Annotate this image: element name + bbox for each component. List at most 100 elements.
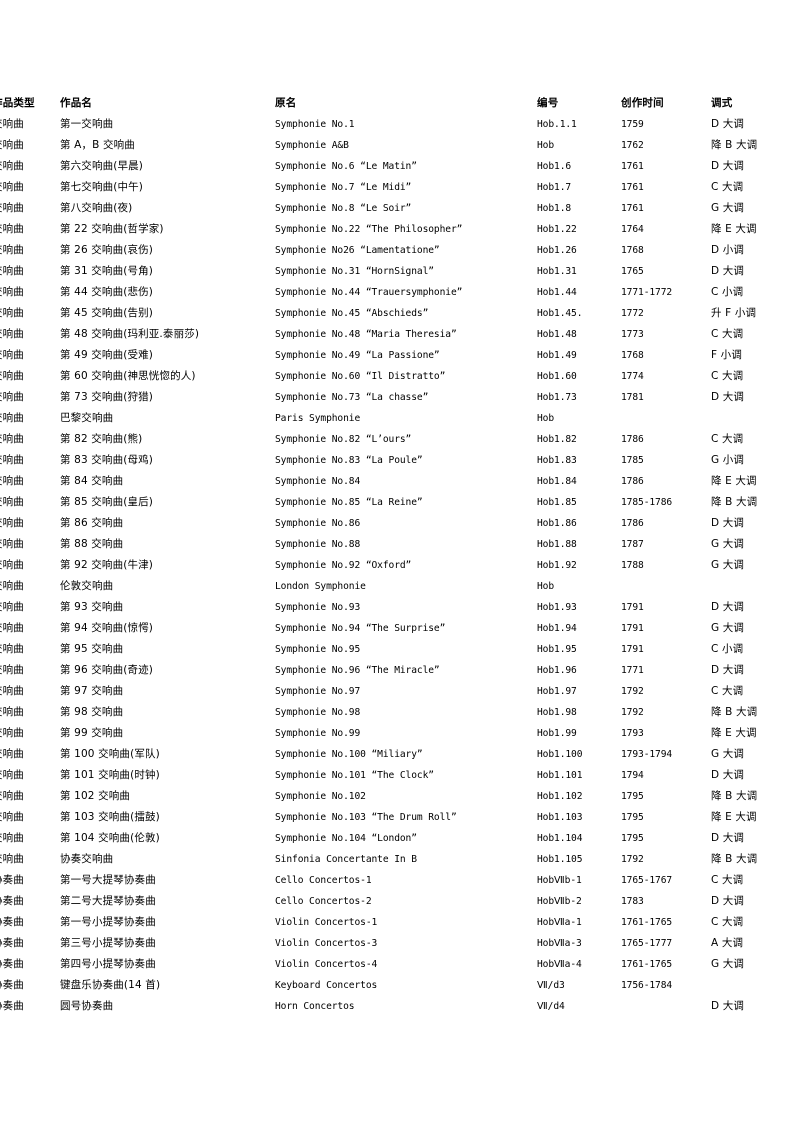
cell-original-name: Symphonie No.48 “Maria Theresia”: [275, 329, 457, 340]
cell-original-name: Symphonie No.8 “Le Soir”: [275, 203, 412, 214]
cell-composition-year: 1795: [621, 812, 644, 823]
cell-original-name: Sinfonia Concertante In B: [275, 854, 417, 865]
cell-catalog-number: Hob1.84: [537, 476, 577, 487]
table-row[interactable]: 交响曲 第 93 交响曲 Symphonie No.93 Hob1.93 1791 D 大…: [0, 597, 793, 618]
table-row[interactable]: 交响曲 第 22 交响曲(哲学家) Symphonie No.22 “The Phi…: [0, 219, 793, 240]
cell-catalog-number: HobⅦb-2: [537, 896, 582, 907]
column-header-key[interactable]: 调式: [711, 92, 793, 114]
cell-work-name: 第 60 交响曲(神思恍惚的人): [60, 370, 196, 382]
cell-work-type: 交响曲: [0, 664, 24, 676]
table-row[interactable]: 交响曲 第 86 交响曲 Symphonie No.86 Hob1.86 1786 D 大…: [0, 513, 793, 534]
table-row[interactable]: 交响曲 第 73 交响曲(狩猎) Symphonie No.73 “La chass…: [0, 387, 793, 408]
table-row[interactable]: 交响曲 第一交响曲 Symphonie No.1 Hob.1.1 1759 D 大调: [0, 114, 793, 135]
cell-work-name: 第 101 交响曲(时钟): [60, 769, 160, 781]
cell-work-type: 交响曲: [0, 559, 24, 571]
cell-musical-key: D 小调: [711, 244, 745, 256]
table-row[interactable]: 交响曲 协奏交响曲 Sinfonia Concertante In B Hob1.10…: [0, 849, 793, 870]
column-header-name[interactable]: 作品名: [60, 92, 275, 114]
cell-work-name: 第 97 交响曲: [60, 685, 124, 697]
table-row[interactable]: 交响曲 第 94 交响曲(惊愕) Symphonie No.94 “The Surp…: [0, 618, 793, 639]
cell-composition-year: 1765-1767: [621, 875, 673, 886]
cell-catalog-number: Hob1.100: [537, 749, 583, 760]
table-row[interactable]: 协奏曲 第二号大提琴协奏曲 Cello Concertos-2 HobⅦb-2 1783…: [0, 891, 793, 912]
column-header-catalog[interactable]: 编号: [537, 92, 621, 114]
cell-original-name: Symphonie No.73 “La chasse”: [275, 392, 429, 403]
cell-work-type: 交响曲: [0, 685, 24, 697]
cell-work-type: 交响曲: [0, 244, 24, 256]
table-row[interactable]: 交响曲 第 26 交响曲(哀伤) Symphonie No26 “Lamentati…: [0, 240, 793, 261]
cell-catalog-number: Hob1.97: [537, 686, 577, 697]
column-header-original[interactable]: 原名: [275, 92, 537, 114]
cell-composition-year: 1765-1777: [621, 938, 673, 949]
table-row[interactable]: 交响曲 伦敦交响曲 London Symphonie Hob: [0, 576, 793, 597]
table-row[interactable]: 交响曲 第 96 交响曲(奇迹) Symphonie No.96 “The Mira…: [0, 660, 793, 681]
table-row[interactable]: 协奏曲 第三号小提琴协奏曲 Violin Concertos-3 HobⅦa-3 176…: [0, 933, 793, 954]
table-row[interactable]: 交响曲 第 95 交响曲 Symphonie No.95 Hob1.95 1791 C 小…: [0, 639, 793, 660]
table-row[interactable]: 交响曲 第 A，B 交响曲 Symphonie A&B Hob 1762 降 B 大调: [0, 135, 793, 156]
cell-composition-year: 1791: [621, 644, 644, 655]
cell-musical-key: D 大调: [711, 664, 745, 676]
column-header-type[interactable]: 作品类型: [0, 92, 60, 114]
table-row[interactable]: 交响曲 第 48 交响曲(玛利亚.泰丽莎) Symphonie No.48 “Mar…: [0, 324, 793, 345]
table-row[interactable]: 交响曲 第七交响曲(中午) Symphonie No.7 “Le Midi” Hob1…: [0, 177, 793, 198]
column-header-year[interactable]: 创作时间: [621, 92, 711, 114]
cell-original-name: Violin Concertos-1: [275, 917, 378, 928]
cell-original-name: Symphonie No.102: [275, 791, 366, 802]
table-row[interactable]: 交响曲 第六交响曲(早晨) Symphonie No.6 “Le Matin” Hob…: [0, 156, 793, 177]
cell-musical-key: 降 B 大调: [711, 853, 758, 865]
cell-work-name: 第四号小提琴协奏曲: [60, 958, 156, 970]
cell-composition-year: 1786: [621, 476, 644, 487]
cell-composition-year: 1761: [621, 161, 644, 172]
table-row[interactable]: 交响曲 第 98 交响曲 Symphonie No.98 Hob1.98 1792 降 B…: [0, 702, 793, 723]
table-row[interactable]: 协奏曲 第四号小提琴协奏曲 Violin Concertos-4 HobⅦa-4 176…: [0, 954, 793, 975]
cell-work-name: 第 22 交响曲(哲学家): [60, 223, 164, 235]
table-row[interactable]: 交响曲 第 60 交响曲(神思恍惚的人) Symphonie No.60 “Il D…: [0, 366, 793, 387]
cell-musical-key: D 大调: [711, 1000, 745, 1012]
table-row[interactable]: 协奏曲 键盘乐协奏曲(14 首) Keyboard Concertos Ⅶ/d3 175…: [0, 975, 793, 996]
table-row[interactable]: 交响曲 第 102 交响曲 Symphonie No.102 Hob1.102 1795…: [0, 786, 793, 807]
table-row[interactable]: 交响曲 第 99 交响曲 Symphonie No.99 Hob1.99 1793 降 E…: [0, 723, 793, 744]
cell-work-name: 第 86 交响曲: [60, 517, 124, 529]
cell-original-name: Symphonie No.31 “HornSignal”: [275, 266, 434, 277]
table-row[interactable]: 交响曲 第 83 交响曲(母鸡) Symphonie No.83 “La Poule…: [0, 450, 793, 471]
cell-original-name: Violin Concertos-4: [275, 959, 378, 970]
cell-work-name: 第一交响曲: [60, 118, 114, 130]
cell-work-name: 第三号小提琴协奏曲: [60, 937, 156, 949]
cell-work-type: 交响曲: [0, 517, 24, 529]
cell-original-name: Symphonie No.99: [275, 728, 361, 739]
table-row[interactable]: 交响曲 第 85 交响曲(皇后) Symphonie No.85 “La Reine…: [0, 492, 793, 513]
table-row[interactable]: 交响曲 第 103 交响曲(擂鼓) Symphonie No.103 “The Dr…: [0, 807, 793, 828]
table-row[interactable]: 协奏曲 圆号协奏曲 Horn Concertos Ⅶ/d4 D 大调: [0, 996, 793, 1017]
table-row[interactable]: 交响曲 第 104 交响曲(伦敦) Symphonie No.104 “London…: [0, 828, 793, 849]
table-row[interactable]: 交响曲 第 31 交响曲(号角) Symphonie No.31 “HornSign…: [0, 261, 793, 282]
cell-catalog-number: Hob1.88: [537, 539, 577, 550]
cell-work-name: 第 31 交响曲(号角): [60, 265, 154, 277]
table-row[interactable]: 交响曲 第 100 交响曲(军队) Symphonie No.100 “Miliar…: [0, 744, 793, 765]
cell-original-name: Symphonie No.94 “The Surprise”: [275, 623, 446, 634]
cell-catalog-number: Hob1.86: [537, 518, 577, 529]
cell-composition-year: 1785-1786: [621, 497, 673, 508]
works-table-body: 交响曲第一交响曲Symphonie No.1Hob.1.11759D 大调交响曲…: [0, 114, 793, 1017]
cell-composition-year: 1792: [621, 686, 644, 697]
table-row[interactable]: 交响曲 第 49 交响曲(受难) Symphonie No.49 “La Passi…: [0, 345, 793, 366]
cell-musical-key: G 大调: [711, 538, 745, 550]
table-row[interactable]: 交响曲 第 97 交响曲 Symphonie No.97 Hob1.97 1792 C 大…: [0, 681, 793, 702]
table-row[interactable]: 交响曲 第八交响曲(夜) Symphonie No.8 “Le Soir” Hob1.…: [0, 198, 793, 219]
table-row[interactable]: 交响曲 第 88 交响曲 Symphonie No.88 Hob1.88 1787 G 大…: [0, 534, 793, 555]
cell-original-name: Symphonie No.98: [275, 707, 361, 718]
table-row[interactable]: 交响曲 第 45 交响曲(告别) Symphonie No.45 “Abschied…: [0, 303, 793, 324]
table-row[interactable]: 交响曲 第 44 交响曲(悲伤) Symphonie No.44 “Trauersy…: [0, 282, 793, 303]
cell-musical-key: D 大调: [711, 517, 745, 529]
table-row[interactable]: 交响曲 第 82 交响曲(熊) Symphonie No.82 “L’ours” Ho…: [0, 429, 793, 450]
table-row[interactable]: 交响曲 第 92 交响曲(牛津) Symphonie No.92 “Oxford” H…: [0, 555, 793, 576]
table-row[interactable]: 协奏曲 第一号小提琴协奏曲 Violin Concertos-1 HobⅦa-1 176…: [0, 912, 793, 933]
table-row[interactable]: 交响曲 第 101 交响曲(时钟) Symphonie No.101 “The Cl…: [0, 765, 793, 786]
cell-composition-year: 1768: [621, 350, 644, 361]
cell-original-name: Symphonie No.45 “Abschieds”: [275, 308, 429, 319]
cell-original-name: Cello Concertos-2: [275, 896, 372, 907]
cell-musical-key: C 大调: [711, 916, 744, 928]
table-row[interactable]: 交响曲 第 84 交响曲 Symphonie No.84 Hob1.84 1786 降 E…: [0, 471, 793, 492]
cell-musical-key: 降 B 大调: [711, 139, 758, 151]
table-row[interactable]: 交响曲 巴黎交响曲 Paris Symphonie Hob: [0, 408, 793, 429]
table-row[interactable]: 协奏曲 第一号大提琴协奏曲 Cello Concertos-1 HobⅦb-1 1765…: [0, 870, 793, 891]
